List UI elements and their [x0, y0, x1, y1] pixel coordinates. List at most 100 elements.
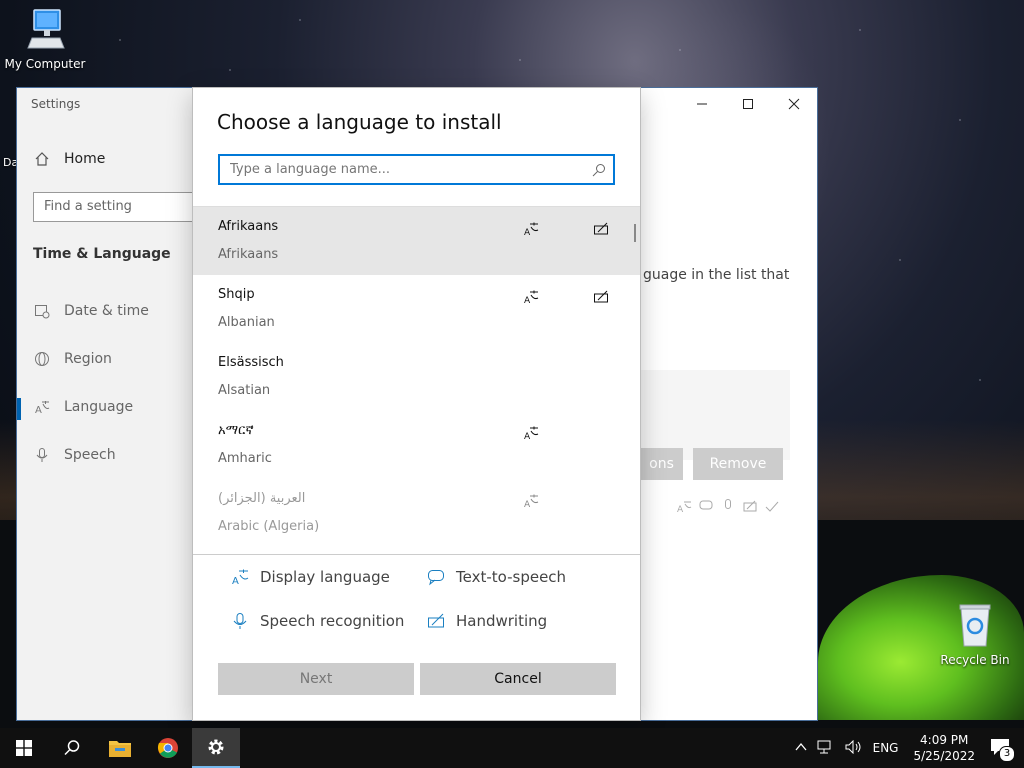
nav-date-time[interactable]: Date & time — [33, 303, 149, 319]
globe-icon — [33, 351, 51, 367]
legend-text-to-speech: Text-to-speech — [425, 568, 566, 586]
clock-date: 5/25/2022 — [913, 749, 975, 763]
windows-logo-icon — [16, 740, 32, 756]
nav-label: Region — [64, 351, 112, 367]
minimize-icon — [697, 103, 707, 105]
svg-text:A: A — [677, 505, 684, 514]
settings-taskbar-button[interactable] — [192, 728, 240, 768]
choose-language-dialog: Choose a language to install Afrikaans A… — [193, 88, 640, 720]
display-language-icon: A — [523, 493, 539, 513]
calendar-clock-icon — [33, 303, 51, 319]
language-row-amharic[interactable]: አማርኛ Amharic A — [193, 411, 640, 479]
language-search-input[interactable] — [220, 156, 590, 183]
desktop-icon-recycle-bin[interactable]: Recycle Bin — [930, 602, 1020, 667]
legend-speech-recognition: Speech recognition — [229, 612, 404, 630]
nav-speech[interactable]: Speech — [33, 447, 116, 463]
options-button: ons — [640, 448, 683, 480]
desktop-icon-my-computer[interactable]: My Computer — [0, 8, 90, 71]
language-english-name: Alsatian — [218, 383, 271, 398]
language-row-afrikaans[interactable]: Afrikaans Afrikaans A — [193, 207, 640, 275]
microphone-icon — [725, 499, 731, 509]
nav-selected-indicator — [17, 398, 21, 420]
legend-display-language: A Display language — [229, 568, 390, 586]
display-language-icon: A — [523, 425, 539, 445]
network-icon[interactable] — [812, 740, 840, 757]
display-language-icon: A — [523, 289, 539, 309]
clock-time: 4:09 PM — [920, 733, 969, 747]
remove-button-label: Remove — [709, 456, 767, 472]
remove-button: Remove — [693, 448, 783, 480]
taskbar: ENG 4:09 PM 5/25/2022 3 — [0, 728, 1024, 768]
language-list[interactable]: Afrikaans Afrikaans A Shqip Albanian A E… — [193, 206, 640, 555]
maximize-button[interactable] — [725, 88, 771, 120]
notification-center-button[interactable]: 3 — [985, 738, 1024, 762]
language-row-alsatian[interactable]: Elsässisch Alsatian — [193, 343, 640, 411]
legend-label: Speech recognition — [260, 612, 405, 630]
input-language-indicator[interactable]: ENG — [868, 741, 904, 755]
home-icon — [33, 151, 51, 167]
language-native-name: Elsässisch — [218, 355, 284, 370]
search-button[interactable] — [48, 728, 96, 768]
handwriting-icon — [743, 500, 757, 512]
dialog-title: Choose a language to install — [217, 110, 502, 134]
handwriting-icon — [593, 289, 609, 309]
recycle-bin-icon — [959, 604, 991, 647]
language-search-box[interactable] — [218, 154, 615, 185]
language-english-name: Albanian — [218, 315, 275, 330]
gear-icon — [208, 739, 224, 755]
window-title: Settings — [31, 97, 81, 111]
text-to-speech-icon — [425, 568, 447, 586]
legend-label: Text-to-speech — [456, 568, 567, 586]
language-row-albanian[interactable]: Shqip Albanian A — [193, 275, 640, 343]
nav-label: Speech — [64, 447, 116, 463]
legend-label: Handwriting — [456, 612, 548, 630]
nav-label: Language — [64, 399, 134, 415]
nav-language[interactable]: A Language — [33, 399, 133, 415]
language-icon: A — [33, 399, 51, 415]
language-english-name: Amharic — [218, 451, 272, 466]
svg-text:A: A — [35, 405, 42, 415]
find-setting-input[interactable]: Find a setting — [33, 192, 193, 222]
chevron-up-icon[interactable] — [790, 741, 812, 755]
handwriting-icon — [425, 612, 447, 630]
microphone-icon — [33, 447, 51, 463]
list-scrollbar[interactable] — [634, 224, 636, 242]
language-native-name: Shqip — [218, 287, 255, 302]
language-row-arabic-algeria[interactable]: العربية (الجزائر) Arabic (Algeria) A — [193, 479, 640, 547]
options-button-label: ons — [649, 456, 674, 472]
language-native-name: Afrikaans — [218, 219, 279, 234]
handwriting-icon — [593, 221, 609, 241]
speaker-icon[interactable] — [840, 739, 868, 757]
clock[interactable]: 4:09 PM 5/25/2022 — [903, 732, 985, 764]
language-icon: A — [677, 501, 692, 514]
background-description: guage in the list that — [643, 267, 790, 283]
chrome-button[interactable] — [144, 728, 192, 768]
svg-text:A: A — [524, 500, 531, 509]
minimize-button[interactable] — [679, 88, 725, 120]
nav-region[interactable]: Region — [33, 351, 112, 367]
microphone-icon — [229, 612, 251, 630]
svg-text:A: A — [524, 432, 531, 441]
chrome-icon — [157, 738, 178, 758]
computer-icon — [27, 9, 65, 49]
find-setting-placeholder: Find a setting — [44, 199, 132, 214]
next-button[interactable]: Next — [218, 663, 414, 695]
language-native-name: አማርኛ — [218, 423, 254, 438]
settings-sidebar: Settings Home Find a setting Time & Lang… — [17, 88, 193, 720]
close-button[interactable] — [771, 88, 817, 120]
start-button[interactable] — [0, 728, 48, 768]
svg-text:A: A — [524, 296, 531, 305]
file-explorer-button[interactable] — [96, 728, 144, 768]
search-icon — [592, 162, 606, 181]
nav-label: Home — [64, 151, 106, 167]
display-language-icon: A — [229, 568, 251, 586]
cancel-button[interactable]: Cancel — [420, 663, 616, 695]
desktop-icon-label: My Computer — [4, 57, 86, 71]
nav-home[interactable]: Home — [33, 151, 105, 167]
folder-icon — [109, 741, 131, 757]
legend-label: Display language — [260, 568, 390, 586]
text-to-speech-icon — [699, 500, 713, 510]
close-icon — [788, 98, 800, 110]
desktop-icon-label: Recycle Bin — [940, 653, 1010, 667]
language-english-name: Afrikaans — [218, 247, 279, 262]
